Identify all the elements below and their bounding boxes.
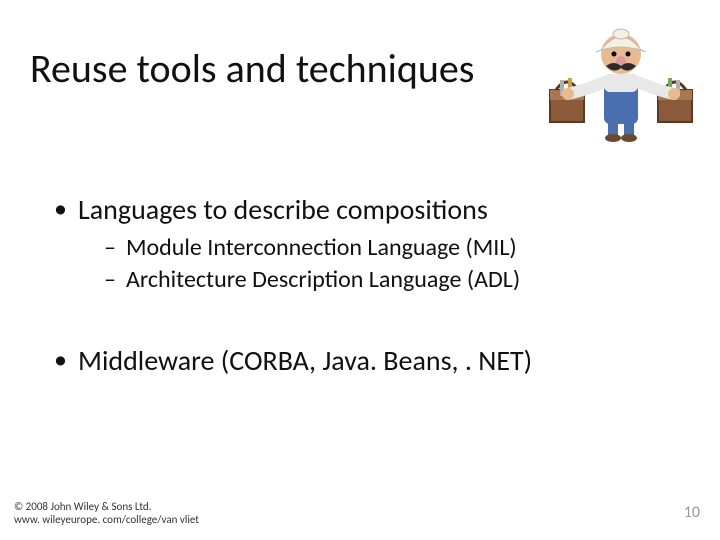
slide: Reuse tools and techniques	[0, 0, 720, 540]
slide-body: Languages to describe compositions Modul…	[48, 192, 672, 384]
bullet-languages: Languages to describe compositions	[48, 192, 672, 227]
handyman-clipart	[546, 12, 696, 142]
footer-copyright: © 2008 John Wiley & Sons Ltd.	[14, 500, 199, 513]
subbullet-adl: Architecture Description Language (ADL)	[48, 265, 672, 295]
page-number: 10	[684, 503, 700, 522]
bullet-middleware: Middleware (CORBA, Java. Beans, . NET)	[48, 343, 672, 378]
footer-url: www. wileyeurope. com/college/van vliet	[14, 513, 199, 526]
footer-copyright-block: © 2008 John Wiley & Sons Ltd. www. wiley…	[14, 500, 199, 526]
slide-title: Reuse tools and techniques	[30, 44, 474, 93]
subbullet-mil: Module Interconnection Language (MIL)	[48, 233, 672, 263]
